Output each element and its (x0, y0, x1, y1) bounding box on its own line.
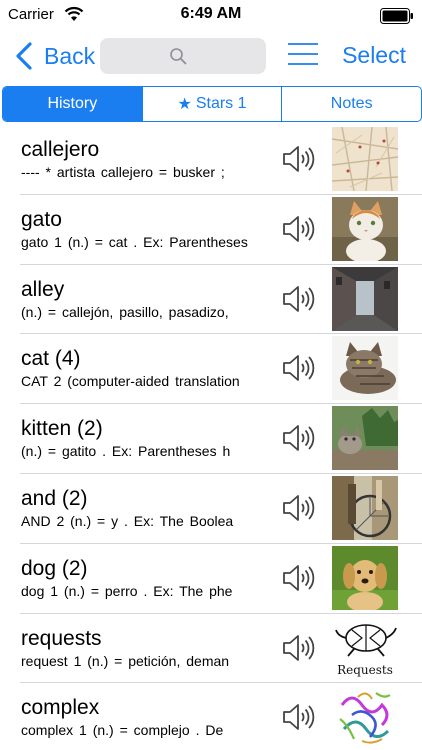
cat-photo (332, 196, 398, 261)
speaker-icon[interactable] (282, 144, 316, 174)
select-button[interactable]: Select (342, 42, 406, 69)
back-label: Back (44, 42, 96, 69)
street-map-image (332, 127, 398, 191)
list-item[interactable]: gato gato 1 (n.) = cat . Ex: Parentheses (20, 195, 422, 265)
speaker-icon[interactable] (282, 563, 316, 593)
tab-stars[interactable]: ★ Stars 1 (143, 87, 283, 121)
entry-definition: gato 1 (n.) = cat . Ex: Parentheses (21, 233, 248, 250)
back-button[interactable]: Back (14, 38, 95, 74)
list-item[interactable]: callejero ---- * artista callejero = bus… (20, 125, 422, 195)
tab-notes[interactable]: Notes (282, 87, 421, 121)
speaker-icon[interactable] (282, 633, 316, 663)
entry-title: cat (4) (21, 347, 81, 371)
tab-history-label: History (47, 95, 98, 112)
list-item[interactable]: cat (4) CAT 2 (computer-aided translatio… (20, 334, 422, 405)
kitten-photo (332, 406, 398, 471)
entry-title: complex (21, 696, 100, 720)
entry-title: and (2) (21, 486, 88, 510)
entry-title: kitten (2) (21, 417, 103, 441)
tabby-cat-photo (332, 336, 398, 401)
entry-definition: (n.) = callejón, pasillo, pasadizo, (21, 303, 229, 320)
entry-definition: dog 1 (n.) = perro . Ex: The phe (21, 582, 233, 599)
entry-definition: request 1 (n.) = petición, deman (21, 652, 230, 669)
list-item[interactable]: kitten (2) (n.) = gatito . Ex: Parenthes… (20, 404, 422, 474)
list-item[interactable]: and (2) AND 2 (n.) = y . Ex: The Boolea (20, 474, 422, 544)
bicycle-photo (332, 475, 398, 540)
star-icon: ★ (177, 96, 192, 113)
requests-logo: Requests (332, 615, 398, 680)
list-item[interactable]: requests request 1 (n.) = petición, dema… (20, 614, 422, 684)
navigation-bar: Back Select (0, 30, 422, 84)
speaker-icon[interactable] (282, 702, 316, 732)
status-time: 6:49 AM (180, 5, 242, 22)
list-item[interactable]: complex complex 1 (n.) = complejo . De (20, 683, 422, 750)
entry-definition: CAT 2 (computer-aided translation (21, 373, 240, 390)
puppy-photo (332, 545, 398, 610)
tab-stars-label: Stars 1 (195, 95, 247, 112)
entry-title: requests (21, 626, 102, 650)
chevron-left-icon (16, 42, 32, 70)
entry-title: callejero (21, 138, 100, 161)
entry-title: dog (2) (21, 556, 88, 580)
entry-definition: AND 2 (n.) = y . Ex: The Boolea (21, 512, 234, 529)
segmented-control: History ★ Stars 1 Notes (2, 86, 422, 122)
speaker-icon[interactable] (282, 284, 316, 314)
battery-icon (380, 8, 413, 24)
tab-history[interactable]: History (3, 87, 143, 121)
entry-title: alley (21, 277, 65, 301)
entry-definition: ---- * artista callejero = busker ; (21, 164, 225, 180)
menu-icon[interactable] (288, 42, 318, 66)
tab-notes-label: Notes (330, 95, 373, 112)
list-item[interactable]: alley (n.) = callejón, pasillo, pasadizo… (20, 265, 422, 335)
search-icon (170, 48, 187, 65)
word-list: callejero ---- * artista callejero = bus… (0, 125, 422, 750)
speaker-icon[interactable] (282, 214, 316, 244)
entry-definition: complex 1 (n.) = complejo . De (21, 722, 224, 739)
speaker-icon[interactable] (282, 423, 316, 453)
speaker-icon[interactable] (282, 353, 316, 383)
entry-definition: (n.) = gatito . Ex: Parentheses h (21, 443, 231, 460)
list-item[interactable]: dog (2) dog 1 (n.) = perro . Ex: The phe (20, 544, 422, 614)
molecule-image (332, 685, 398, 750)
alley-photo (332, 266, 398, 331)
status-bar: Carrier 6:49 AM (0, 0, 422, 30)
requests-logo-caption: Requests (337, 663, 393, 677)
search-field[interactable] (100, 38, 266, 74)
entry-title: gato (21, 207, 62, 231)
speaker-icon[interactable] (282, 493, 316, 523)
